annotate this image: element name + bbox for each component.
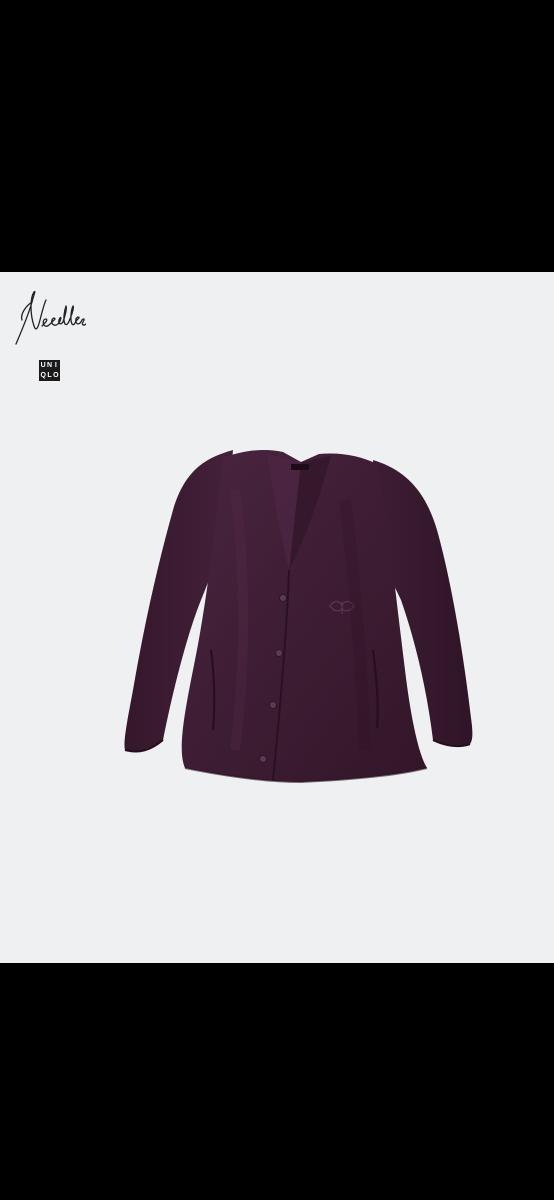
uniqlo-letter: O — [53, 371, 59, 379]
cardigan-image — [124, 450, 473, 784]
uniqlo-logo: U N I Q L O — [39, 360, 60, 381]
product-photo-panel: U N I Q L O — [0, 272, 554, 963]
uniqlo-letter: L — [47, 371, 52, 379]
uniqlo-letter: N — [46, 362, 53, 370]
uniqlo-letter: U — [40, 362, 46, 370]
needles-logo — [15, 290, 86, 345]
uniqlo-letter: Q — [40, 371, 46, 379]
uniqlo-letter: I — [54, 362, 57, 370]
